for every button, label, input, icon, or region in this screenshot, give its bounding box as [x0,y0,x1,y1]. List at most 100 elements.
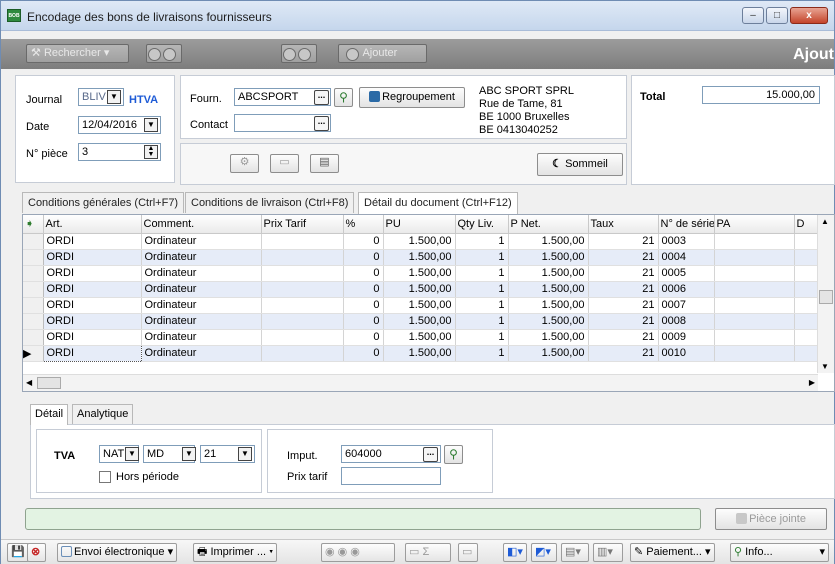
imput-key-icon[interactable]: ⚲ [444,445,463,464]
table-cell[interactable]: 1.500,00 [383,329,456,346]
table-cell[interactable]: 0 [343,297,384,314]
print-button[interactable]: 🖶 Imprimer ... ▾ [193,543,278,562]
table-row[interactable]: ▶ ORDI Ordinateur 0 1.500,00 1 1.500,00 21 0010 [23,344,819,362]
table-cell[interactable]: 1 [455,313,509,330]
table-cell[interactable] [261,249,344,266]
save-button[interactable]: 💾 [7,543,29,562]
table-cell[interactable]: 1.500,00 [508,313,589,330]
table-cell[interactable]: 1.500,00 [508,249,589,266]
group-button[interactable]: Regroupement [359,87,465,108]
horizontal-scrollbar[interactable]: ◀ ▶ [23,374,818,391]
table-cell[interactable] [714,265,795,282]
table-cell[interactable]: 21 [588,313,659,330]
export-button[interactable]: ▭ [458,543,478,562]
row-indicator[interactable] [23,329,44,346]
attachment-button[interactable]: Pièce jointe [715,508,827,530]
column-header[interactable]: PA [714,215,795,234]
table-cell[interactable] [794,329,819,346]
table-cell[interactable] [794,345,819,362]
table-row[interactable]: ORDI Ordinateur 0 1.500,00 1 1.500,00 21 0009 [23,329,819,346]
table-cell[interactable]: 0005 [658,265,715,282]
payment-button[interactable]: ✎ Paiement... ▾ [630,543,715,562]
table-cell[interactable]: ORDI [43,297,142,314]
table-cell[interactable]: Ordinateur [141,265,262,282]
row-indicator[interactable]: ▶ [23,345,44,362]
table-cell[interactable]: 0009 [658,329,715,346]
link-icon[interactable]: ⚙ [230,154,259,173]
scroll-thumb[interactable] [819,290,833,304]
table-cell[interactable]: 21 [588,329,659,346]
column-header[interactable]: PU [383,215,456,234]
row-indicator[interactable] [23,281,44,298]
tva-code-dropdown-icon[interactable]: ▼ [125,447,139,461]
table-cell[interactable]: ORDI [43,281,142,298]
import-button[interactable]: ◧▾ [503,543,527,562]
table-cell[interactable] [261,281,344,298]
column-header[interactable]: Art. [43,215,142,234]
table-cell[interactable]: ORDI [42,344,142,362]
table-cell[interactable]: 1.500,00 [508,345,589,362]
cancel-button[interactable]: ⊗ [27,543,46,562]
supplier-lookup-icon[interactable]: ... [314,90,329,105]
sleep-button[interactable]: ☾ Sommeil [537,153,623,176]
table-cell[interactable]: 1 [455,265,509,282]
table-cell[interactable] [261,345,344,362]
row-indicator[interactable] [23,249,44,266]
table-cell[interactable]: 0 [343,329,384,346]
table-cell[interactable]: 1.500,00 [383,249,456,266]
table-cell[interactable]: Ordinateur [141,329,262,346]
table-cell[interactable]: 1.500,00 [508,281,589,298]
column-header[interactable]: Comment. [141,215,262,234]
hors-periode-checkbox[interactable] [99,471,111,483]
tab-conditions-generales[interactable]: Conditions générales (Ctrl+F7) [22,192,185,213]
column-header[interactable]: D [794,215,819,234]
table-cell[interactable]: Ordinateur [141,281,262,298]
table-cell[interactable] [714,281,795,298]
table-cell[interactable]: 1 [455,233,509,250]
table-cell[interactable] [714,345,795,362]
table-row[interactable]: ORDI Ordinateur 0 1.500,00 1 1.500,00 21 0003 [23,233,819,250]
column-header[interactable]: Taux [588,215,659,234]
table-cell[interactable]: ORDI [43,313,142,330]
table-cell[interactable]: 1 [455,249,509,266]
row-indicator[interactable] [23,297,44,314]
close-button[interactable]: x [790,7,828,24]
table-cell[interactable]: Ordinateur [141,233,262,250]
table-cell[interactable]: 1.500,00 [383,233,456,250]
copy-icon[interactable]: ▭ [270,154,299,173]
table-cell[interactable]: 0006 [658,281,715,298]
nav-first-prev-buttons[interactable] [146,44,182,63]
table-cell[interactable]: 1.500,00 [508,329,589,346]
document-icon[interactable]: ▤ [310,154,339,173]
tva-rate-dropdown-icon[interactable]: ▼ [238,447,252,461]
tab-analytique[interactable]: Analytique [72,404,134,424]
table-cell[interactable]: 1 [455,345,509,362]
maximize-button[interactable]: □ [766,7,788,24]
table-cell[interactable] [794,297,819,314]
table-cell[interactable]: 21 [588,345,659,362]
navigation-buttons[interactable]: ◉ ◉ ◉ [321,543,395,562]
column-header[interactable]: N° de série [658,215,715,234]
table-cell[interactable]: 1.500,00 [383,265,456,282]
scroll-thumb-horizontal[interactable] [37,377,61,389]
table-cell[interactable] [714,297,795,314]
column-header[interactable]: % [343,215,384,234]
column-header[interactable]: Prix Tarif [261,215,344,234]
table-row[interactable]: ORDI Ordinateur 0 1.500,00 1 1.500,00 21 0008 [23,313,819,330]
table-cell[interactable]: 1 [455,281,509,298]
table-cell[interactable]: 0003 [658,233,715,250]
contact-lookup-icon[interactable]: ... [314,116,329,131]
table-row[interactable]: ORDI Ordinateur 0 1.500,00 1 1.500,00 21 0005 [23,265,819,282]
table-cell[interactable] [261,329,344,346]
table-cell[interactable]: Ordinateur [141,297,262,314]
table-cell[interactable]: 21 [588,265,659,282]
table-cell[interactable]: 1.500,00 [383,281,456,298]
table-cell[interactable]: 21 [588,249,659,266]
document-menu-button[interactable]: ▤▾ [561,543,589,562]
table-cell[interactable]: 1.500,00 [383,345,456,362]
table-cell[interactable]: 1.500,00 [508,233,589,250]
scroll-down-icon[interactable]: ▼ [821,362,829,371]
date-picker-icon[interactable]: ▼ [144,118,158,132]
table-cell[interactable] [714,249,795,266]
table-cell[interactable] [261,265,344,282]
